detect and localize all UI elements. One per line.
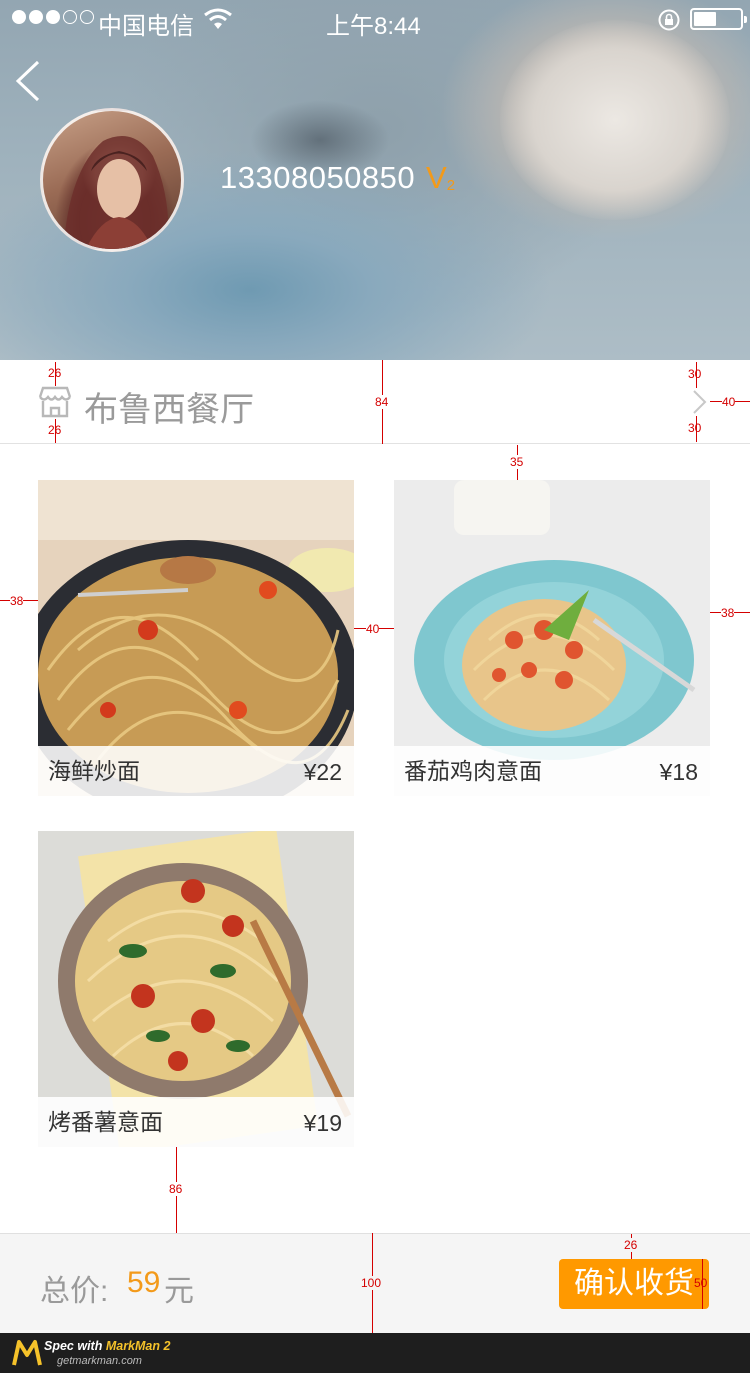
- spec-grid-top: 35: [510, 455, 524, 469]
- status-bar: 中国电信 上午8:44: [0, 0, 750, 40]
- spec-button-right: 26: [624, 1238, 638, 1252]
- total-value: 59: [127, 1266, 161, 1299]
- spec-grid-bottom: 86: [169, 1182, 183, 1196]
- product-price: ¥18: [659, 759, 698, 785]
- wifi-icon: [204, 8, 232, 29]
- signal-strength-icon: [12, 10, 94, 24]
- product-card-seafood-noodles[interactable]: 海鲜炒面 ¥22: [38, 480, 354, 796]
- spec-shop-icon-top: 26: [48, 366, 62, 380]
- spec-grid-right: 38: [721, 606, 735, 620]
- total-label: 总价:: [40, 1275, 109, 1308]
- spec-arrow-top: 30: [688, 367, 702, 381]
- user-phone: 13308050850: [220, 160, 416, 195]
- rotation-lock-icon: [658, 9, 680, 31]
- battery-icon: [690, 8, 747, 30]
- background-cup-blur: [500, 20, 730, 220]
- markman-brand: MarkMan 2: [105, 1339, 171, 1353]
- spec-button-height: 50: [694, 1276, 708, 1290]
- shop-name[interactable]: 布鲁西餐厅: [84, 382, 254, 431]
- product-price: ¥22: [303, 759, 342, 785]
- product-name: 海鲜炒面: [48, 758, 140, 784]
- carrier-name: 中国电信: [98, 13, 194, 40]
- product-name: 烤番薯意面: [48, 1109, 163, 1135]
- confirm-receipt-button[interactable]: 确认收货: [559, 1259, 709, 1309]
- store-icon: [38, 386, 72, 418]
- product-card-tomato-chicken-pasta[interactable]: 番茄鸡肉意面 ¥18: [394, 480, 710, 796]
- spec-arrow-bottom: 30: [688, 421, 702, 435]
- product-name: 番茄鸡肉意面: [404, 758, 542, 784]
- markman-title-prefix: Spec with: [44, 1339, 106, 1353]
- markman-logo-icon: [12, 1340, 42, 1366]
- vip-letter: V: [426, 160, 447, 195]
- spec-bottom-bar-height: 100: [361, 1276, 382, 1290]
- spec-shop-row-height: 84: [375, 395, 389, 409]
- back-button[interactable]: [12, 58, 52, 104]
- spec-grid-gap: 40: [366, 622, 380, 636]
- markman-site: getmarkman.com: [57, 1355, 142, 1367]
- total-unit: 元: [164, 1275, 194, 1308]
- avatar-image: [63, 136, 169, 249]
- spec-shop-icon-bottom: 26: [48, 423, 62, 437]
- spec-arrow-right: 40: [722, 395, 736, 409]
- product-price: ¥19: [303, 1110, 342, 1136]
- vip-level: 2: [446, 177, 456, 194]
- status-time: 上午8:44: [326, 13, 421, 40]
- avatar[interactable]: [40, 108, 184, 252]
- vip-badge: V2: [426, 160, 455, 196]
- chevron-right-icon[interactable]: [690, 389, 710, 415]
- markman-title: Spec with MarkMan 2: [44, 1339, 170, 1353]
- spec-grid-left: 38: [10, 594, 24, 608]
- product-card-roasted-sweet-potato-pasta[interactable]: 烤番薯意面 ¥19: [38, 831, 354, 1147]
